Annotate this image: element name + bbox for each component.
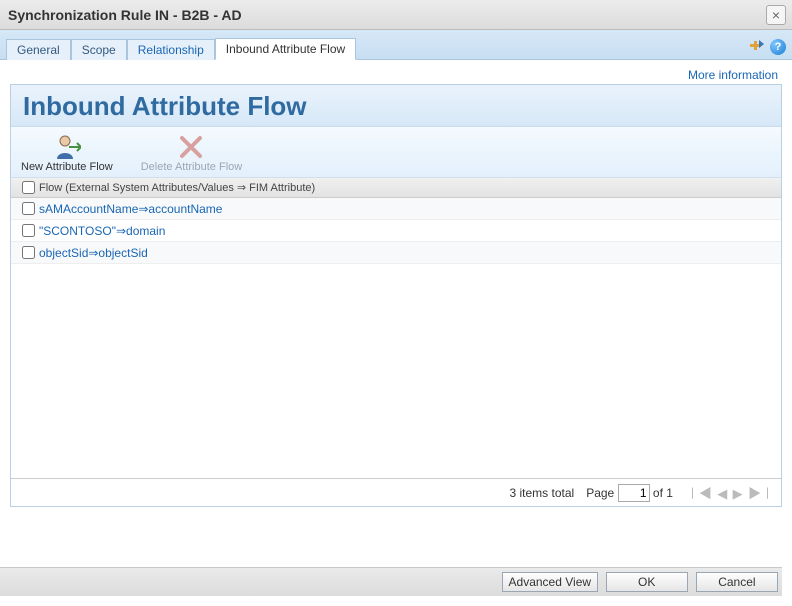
tab-inbound-attribute-flow[interactable]: Inbound Attribute Flow [215, 38, 356, 60]
more-information-link[interactable]: More information [688, 68, 778, 82]
row-checkbox[interactable] [22, 224, 35, 237]
items-total: 3 items total [510, 486, 575, 500]
tab-relationship[interactable]: Relationship [127, 39, 215, 60]
first-page-icon[interactable]: 〡◀ [685, 486, 713, 501]
table-row[interactable]: objectSid⇒objectSid [11, 242, 781, 264]
prev-page-icon[interactable]: ◀ [716, 486, 728, 501]
plus-arrow-icon [748, 39, 764, 55]
delete-x-icon [141, 133, 243, 161]
table-row[interactable]: "SCONTOSO"⇒domain [11, 220, 781, 242]
cancel-button[interactable]: Cancel [696, 572, 778, 592]
page-group: Page of 1 [586, 484, 673, 502]
help-icon[interactable]: ? [770, 39, 786, 55]
pager: 3 items total Page of 1 〡◀ ◀ ▶ ▶〡 [11, 478, 781, 506]
attribute-flow-table: Flow (External System Attributes/Values … [11, 178, 781, 506]
tab-scope[interactable]: Scope [71, 39, 127, 60]
ok-button[interactable]: OK [606, 572, 688, 592]
row-checkbox[interactable] [22, 246, 35, 259]
pager-nav: 〡◀ ◀ ▶ ▶〡 [685, 483, 775, 502]
panel-heading-bar: Inbound Attribute Flow [11, 85, 781, 127]
add-icon[interactable] [748, 39, 764, 55]
flow-link[interactable]: "SCONTOSO"⇒domain [39, 224, 165, 238]
column-header-flow[interactable]: Flow (External System Attributes/Values … [39, 181, 315, 194]
window-title: Synchronization Rule IN - B2B - AD [8, 7, 242, 23]
new-attribute-flow-label: New Attribute Flow [21, 161, 113, 173]
table-header: Flow (External System Attributes/Values … [11, 178, 781, 198]
page-label-prefix: Page [586, 486, 614, 500]
next-page-icon[interactable]: ▶ [732, 486, 744, 501]
page-input[interactable] [618, 484, 650, 502]
row-checkbox[interactable] [22, 202, 35, 215]
title-bar: Synchronization Rule IN - B2B - AD × [0, 0, 792, 30]
main-panel: Inbound Attribute Flow New Attribute Flo… [10, 84, 782, 507]
delete-attribute-flow-label: Delete Attribute Flow [141, 161, 243, 173]
new-attribute-flow-button[interactable]: New Attribute Flow [21, 133, 113, 173]
tab-strip: General Scope Relationship Inbound Attri… [0, 30, 792, 60]
close-button[interactable]: × [766, 5, 786, 25]
tab-general[interactable]: General [6, 39, 71, 60]
flow-link[interactable]: objectSid⇒objectSid [39, 246, 148, 260]
last-page-icon[interactable]: ▶〡 [747, 486, 775, 501]
dialog-button-row: Advanced View OK Cancel [0, 567, 782, 596]
delete-attribute-flow-button: Delete Attribute Flow [141, 133, 243, 173]
close-icon: × [772, 8, 780, 22]
flow-link[interactable]: sAMAccountName⇒accountName [39, 202, 222, 216]
panel-heading: Inbound Attribute Flow [23, 91, 769, 122]
select-all-checkbox[interactable] [22, 181, 35, 194]
advanced-view-button[interactable]: Advanced View [502, 572, 598, 592]
table-row[interactable]: sAMAccountName⇒accountName [11, 198, 781, 220]
page-label-suffix: of 1 [653, 486, 673, 500]
user-add-icon [21, 133, 113, 161]
action-bar: New Attribute Flow Delete Attribute Flow [11, 127, 781, 178]
